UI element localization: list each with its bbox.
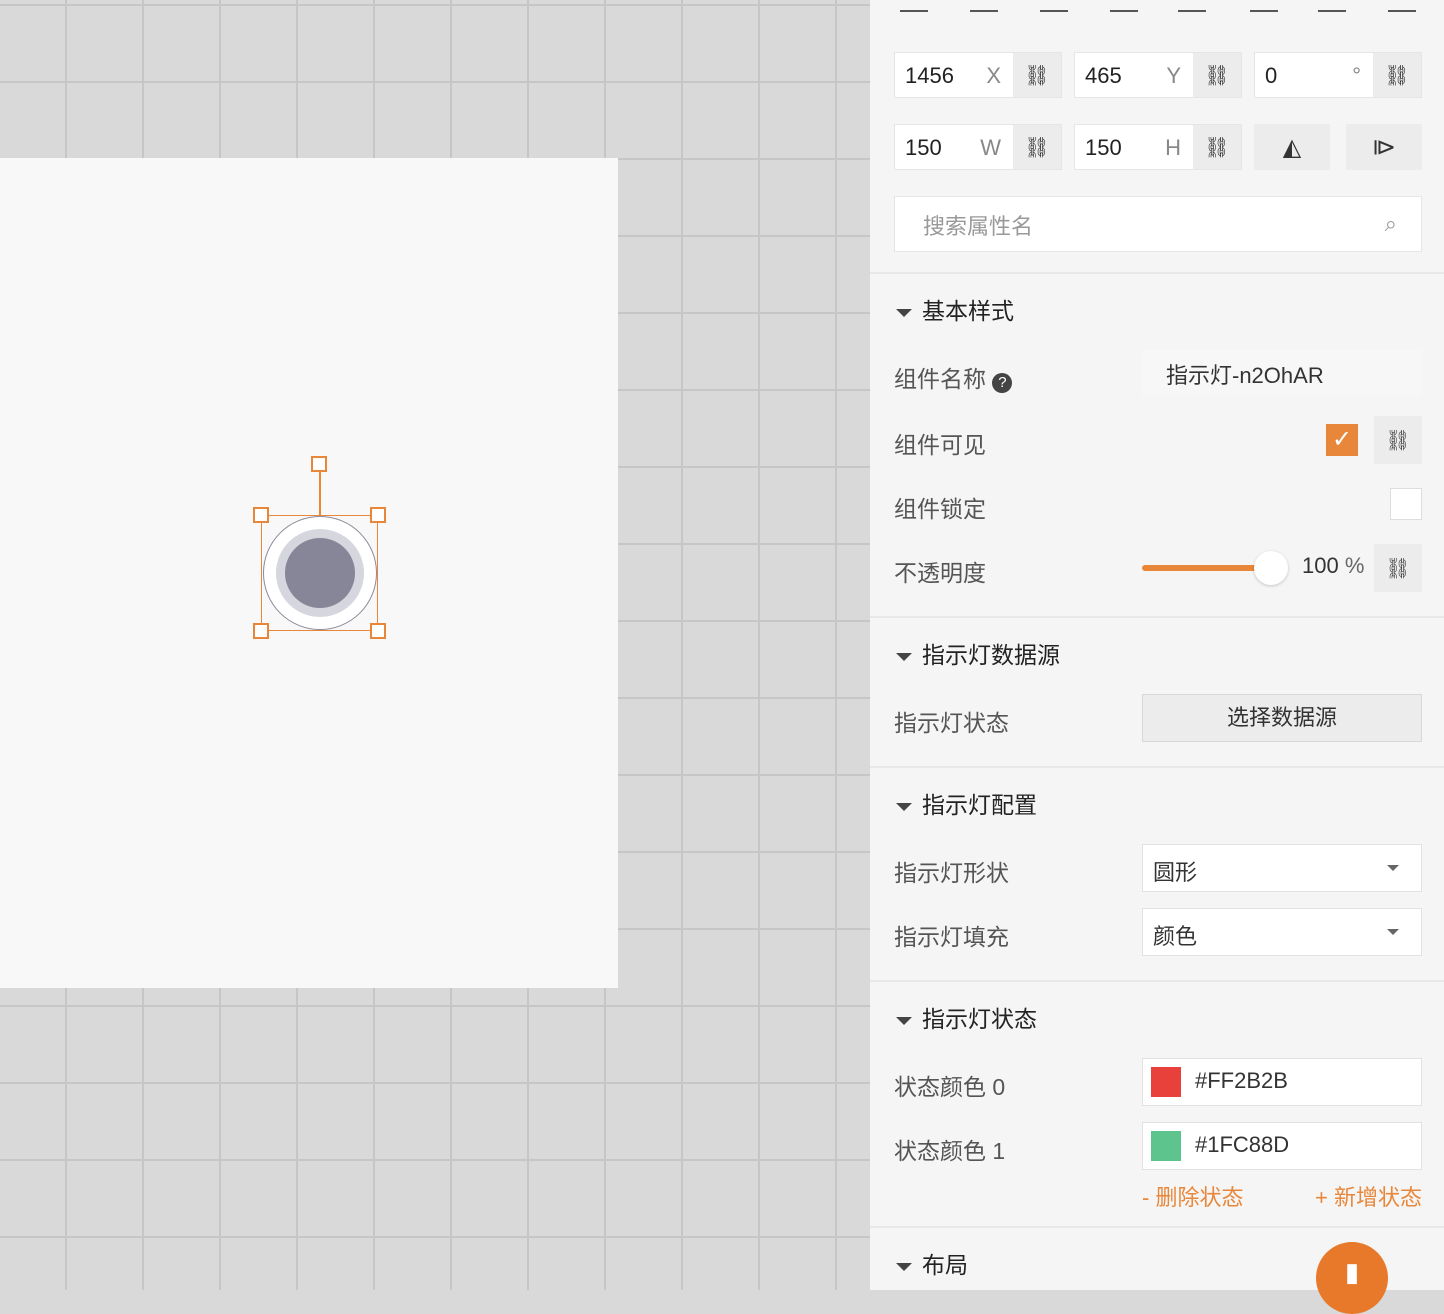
section-layout[interactable]: 布局 xyxy=(896,1246,968,1280)
align-left-icon[interactable] xyxy=(1040,0,1068,12)
resize-handle-br[interactable] xyxy=(370,623,386,639)
assistant-chart-icon[interactable]: ▮ xyxy=(1316,1242,1388,1314)
chevron-down-icon xyxy=(1387,865,1399,871)
fill-select[interactable]: 颜色 xyxy=(1142,908,1422,956)
divider xyxy=(870,272,1444,274)
divider xyxy=(870,1226,1444,1228)
rotation-value: 0 xyxy=(1265,63,1278,88)
height-field[interactable]: 150 H ⛓ xyxy=(1074,124,1242,170)
y-label: Y xyxy=(1166,63,1181,88)
component-name-label: 组件名称 ? xyxy=(894,360,1013,394)
rotate-handle[interactable] xyxy=(311,456,327,472)
divider xyxy=(870,766,1444,768)
add-state-link[interactable]: + 新增状态 xyxy=(1315,1180,1422,1212)
state-color-1-input[interactable]: #1FC88D xyxy=(1142,1122,1422,1170)
indicator-state-label: 指示灯状态 xyxy=(894,710,1009,736)
align-icon[interactable] xyxy=(900,0,928,12)
state-color-1-label: 状态颜色 1 xyxy=(894,1138,1006,1164)
y-field[interactable]: 465 Y ⛓ xyxy=(1074,52,1242,98)
visible-checkbox[interactable]: ✓ xyxy=(1326,424,1358,456)
section-datasource[interactable]: 指示灯数据源 xyxy=(896,636,1060,670)
component-name-value: 指示灯-n2OhAR xyxy=(1166,363,1324,388)
section-basic-style[interactable]: 基本样式 xyxy=(896,292,1014,326)
align-middle-icon[interactable] xyxy=(1318,0,1346,12)
search-icon[interactable]: ⌕ xyxy=(1385,211,1397,237)
section-state[interactable]: 指示灯状态 xyxy=(896,1000,1037,1034)
visible-label: 组件可见 xyxy=(894,432,986,458)
shape-value: 圆形 xyxy=(1153,860,1198,885)
design-canvas[interactable] xyxy=(0,0,870,1290)
color-swatch[interactable] xyxy=(1151,1067,1181,1097)
opacity-value[interactable]: 100 % xyxy=(1302,553,1364,579)
height-label: H xyxy=(1165,135,1181,160)
chevron-down-icon xyxy=(1387,929,1399,935)
link-icon[interactable]: ⛓ xyxy=(1193,125,1241,169)
search-placeholder: 搜索属性名 xyxy=(923,214,1034,239)
section-title: 指示灯数据源 xyxy=(922,642,1060,668)
flip-horizontal-button[interactable]: ◭ xyxy=(1254,124,1330,170)
rotate-stem xyxy=(319,472,321,515)
opacity-slider-thumb[interactable] xyxy=(1254,551,1288,585)
delete-state-link[interactable]: - 删除状态 xyxy=(1142,1180,1243,1212)
section-title: 基本样式 xyxy=(922,298,1014,324)
x-value: 1456 xyxy=(905,63,954,88)
section-title: 指示灯配置 xyxy=(922,792,1037,818)
align-top-icon[interactable] xyxy=(1250,0,1278,12)
align-icon[interactable] xyxy=(970,0,998,12)
divider xyxy=(870,616,1444,618)
section-config[interactable]: 指示灯配置 xyxy=(896,786,1037,820)
x-label: X xyxy=(986,63,1001,88)
search-input[interactable]: 搜索属性名 ⌕ xyxy=(894,196,1422,252)
y-value: 465 xyxy=(1085,63,1122,88)
lock-checkbox[interactable] xyxy=(1390,488,1422,520)
help-icon[interactable]: ? xyxy=(992,373,1013,393)
width-value: 150 xyxy=(905,135,942,160)
flip-vertical-button[interactable]: ⧐ xyxy=(1346,124,1422,170)
link-icon[interactable]: ⛓ xyxy=(1373,53,1421,97)
color-swatch[interactable] xyxy=(1151,1131,1181,1161)
shape-select[interactable]: 圆形 xyxy=(1142,844,1422,892)
resize-handle-bl[interactable] xyxy=(253,623,269,639)
section-title: 指示灯状态 xyxy=(922,1006,1037,1032)
opacity-link-button[interactable]: ⛓ xyxy=(1374,544,1422,592)
rotation-field[interactable]: 0 ° ⛓ xyxy=(1254,52,1422,98)
color-hex: #FF2B2B xyxy=(1195,1067,1288,1093)
align-bottom-icon[interactable] xyxy=(1388,0,1416,12)
fill-value: 颜色 xyxy=(1153,924,1198,949)
link-icon[interactable]: ⛓ xyxy=(1193,53,1241,97)
property-panel: 1456 X ⛓ 465 Y ⛓ 0 ° ⛓ 150 W ⛓ 150 H ⛓ ◭ ⧐ 搜索属性名 ⌕ … xyxy=(870,0,1444,1314)
state-color-0-input[interactable]: #FF2B2B xyxy=(1142,1058,1422,1106)
state-color-0-label: 状态颜色 0 xyxy=(894,1074,1006,1100)
select-datasource-button[interactable]: 选择数据源 xyxy=(1142,694,1422,742)
component-name-input[interactable]: 指示灯-n2OhAR xyxy=(1142,350,1422,396)
rotation-unit: ° xyxy=(1352,63,1361,88)
shape-label: 指示灯形状 xyxy=(894,860,1009,886)
link-icon: ⛓ xyxy=(1385,557,1411,580)
resize-handle-tr[interactable] xyxy=(370,507,386,523)
color-hex: #1FC88D xyxy=(1195,1131,1290,1157)
x-field[interactable]: 1456 X ⛓ xyxy=(894,52,1062,98)
opacity-label: 不透明度 xyxy=(894,560,986,586)
resize-handle-tl[interactable] xyxy=(253,507,269,523)
width-label: W xyxy=(980,135,1001,160)
width-field[interactable]: 150 W ⛓ xyxy=(894,124,1062,170)
section-title: 布局 xyxy=(922,1252,968,1278)
align-right-icon[interactable] xyxy=(1178,0,1206,12)
height-value: 150 xyxy=(1085,135,1122,160)
opacity-slider[interactable] xyxy=(1142,565,1258,571)
flip-horizontal-icon: ◭ xyxy=(1282,133,1302,161)
divider xyxy=(870,980,1444,982)
link-icon[interactable]: ⛓ xyxy=(1013,53,1061,97)
link-icon: ⛓ xyxy=(1385,429,1411,452)
lock-label: 组件锁定 xyxy=(894,496,986,522)
flip-vertical-icon: ⧐ xyxy=(1372,133,1396,161)
selection-box[interactable] xyxy=(261,515,378,631)
visible-link-button[interactable]: ⛓ xyxy=(1374,416,1422,464)
fill-label: 指示灯填充 xyxy=(894,924,1009,950)
align-center-icon[interactable] xyxy=(1110,0,1138,12)
link-icon[interactable]: ⛓ xyxy=(1013,125,1061,169)
